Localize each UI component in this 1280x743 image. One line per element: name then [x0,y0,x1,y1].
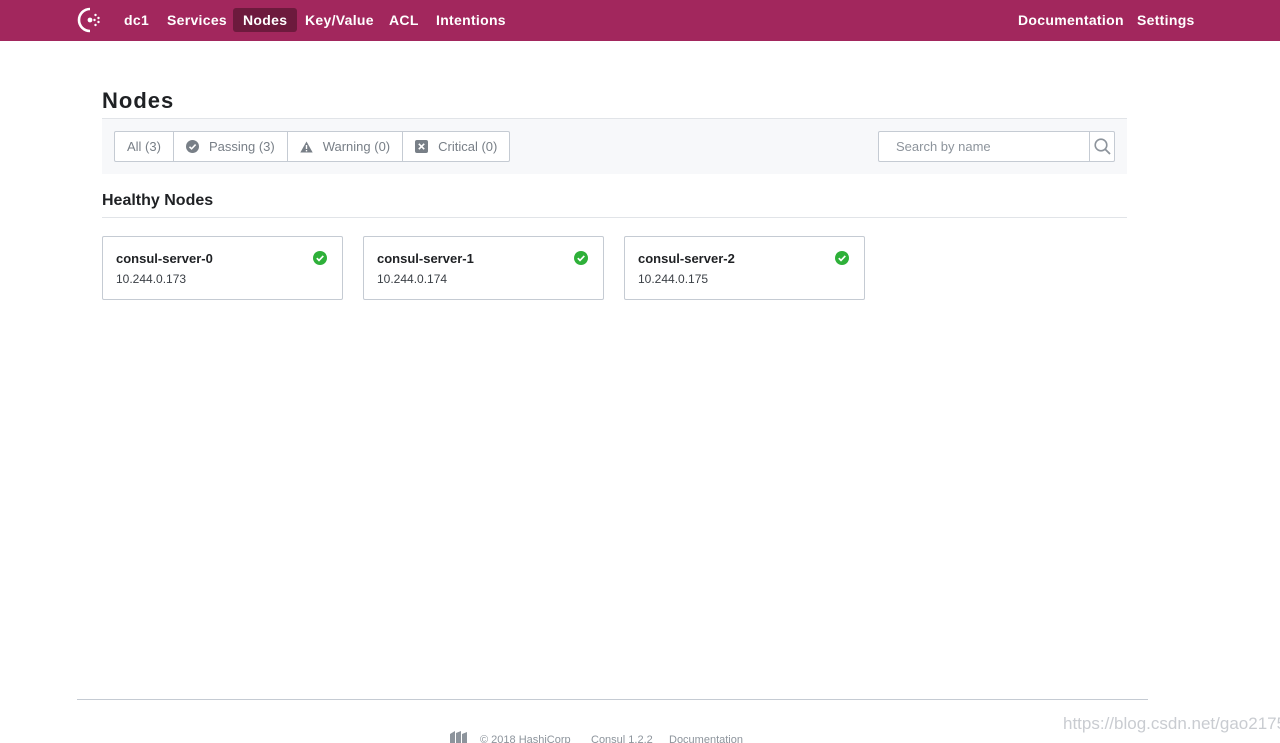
node-card[interactable]: consul-server-1 10.244.0.174 [363,236,604,300]
filter-all[interactable]: All (3) [115,132,173,161]
footer-documentation-link[interactable]: Documentation [669,734,743,743]
section-divider [102,217,1127,218]
filter-passing-label: Passing (3) [208,139,275,154]
top-navigation: dc1 Services Nodes Key/Value ACL Intenti… [0,0,1280,41]
section-title: Healthy Nodes [102,192,214,209]
node-name: consul-server-2 [638,251,735,266]
nav-key-value[interactable]: Key/Value [295,8,384,32]
node-card[interactable]: consul-server-2 10.244.0.175 [624,236,865,300]
node-address: 10.244.0.173 [116,272,187,286]
node-card[interactable]: consul-server-0 10.244.0.173 [102,236,343,300]
search-icon [1093,138,1111,155]
footer-copyright: © 2018 HashiCorp [480,734,571,743]
node-name: consul-server-1 [377,251,474,266]
check-circle-icon [574,251,588,265]
search-button[interactable] [1089,132,1114,161]
filter-warning[interactable]: Warning (0) [286,132,402,161]
nav-documentation[interactable]: Documentation [1008,8,1134,32]
nav-services[interactable]: Services [157,8,237,32]
page-title: Nodes [102,88,175,113]
nav-acl[interactable]: ACL [379,8,429,32]
search-box [878,131,1115,162]
filter-all-label: All (3) [127,139,161,154]
node-address: 10.244.0.175 [638,272,709,286]
watermark-text: https://blog.csdn.net/gao2175 [1063,714,1280,733]
warning-triangle-icon [300,141,313,152]
filter-critical[interactable]: Critical (0) [402,132,509,161]
footer-version[interactable]: Consul 1.2.2 [591,734,653,743]
filter-critical-label: Critical (0) [438,139,498,154]
footer-divider [77,699,1148,700]
check-circle-icon [185,140,199,153]
consul-logo-icon[interactable] [77,7,103,33]
hashicorp-logo-icon [450,731,467,743]
search-input[interactable] [879,132,1089,161]
datacenter-selector[interactable]: dc1 [114,8,159,32]
nav-nodes[interactable]: Nodes [233,8,298,32]
node-name: consul-server-0 [116,251,213,266]
check-circle-icon [313,251,327,265]
filter-passing[interactable]: Passing (3) [172,132,287,161]
node-address: 10.244.0.174 [377,272,448,286]
status-filter-group: All (3) Passing (3) Warning (0) Critical… [114,131,511,162]
critical-x-icon [415,140,429,153]
check-circle-icon [835,251,849,265]
filter-bar: All (3) Passing (3) Warning (0) Critical… [102,118,1127,174]
filter-warning-label: Warning (0) [322,139,391,154]
nav-intentions[interactable]: Intentions [426,8,516,32]
nav-settings[interactable]: Settings [1127,8,1205,32]
